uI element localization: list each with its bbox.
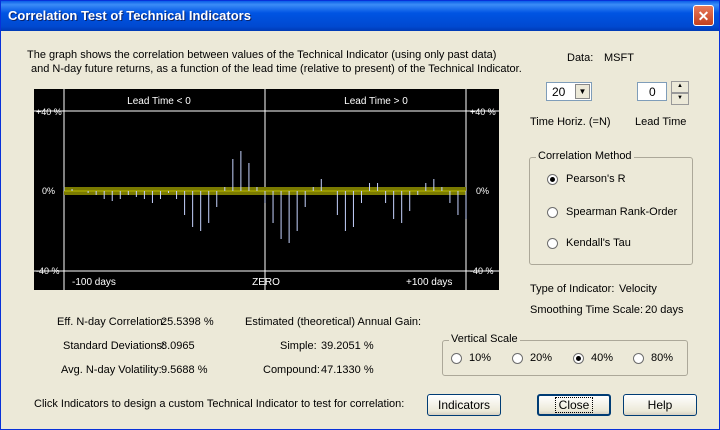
correlation-chart: Lead Time < 0 Lead Time > 0 +40 % 0% -40… xyxy=(34,89,499,290)
vertical-scale-title: Vertical Scale xyxy=(449,333,520,345)
smoothing-value: 20 days xyxy=(645,304,684,316)
dialog-window: Correlation Test of Technical Indicators… xyxy=(0,0,720,430)
std-value: 8.0965 xyxy=(161,340,195,352)
help-button[interactable]: Help xyxy=(623,394,697,416)
vol-label: Avg. N-day Volatility: xyxy=(61,364,162,376)
x-axis-left-label: -100 days xyxy=(72,277,116,288)
x-axis-zero-label: ZERO xyxy=(252,277,280,288)
simple-label: Simple: xyxy=(280,340,317,352)
close-button-label: Close xyxy=(554,397,594,413)
time-horiz-label: Time Horiz. (=N) xyxy=(530,116,611,128)
close-button[interactable]: Close xyxy=(537,394,611,416)
gain-label: Estimated (theoretical) Annual Gain: xyxy=(245,316,422,328)
lead-time-input[interactable]: 0 xyxy=(637,82,667,101)
lead-time-value: 0 xyxy=(649,85,656,99)
y-axis-mid-right: 0% xyxy=(476,186,489,196)
radio-pearson[interactable] xyxy=(547,174,558,185)
std-label: Standard Deviations: xyxy=(63,340,166,352)
scale-40-label[interactable]: 40% xyxy=(591,352,613,364)
vertical-scale-group: Vertical Scale 10% 20% 40% 80% xyxy=(442,333,688,376)
corr-value: 25.5398 % xyxy=(161,316,214,328)
y-axis-top-left: +40 % xyxy=(36,107,62,117)
description-text: The graph shows the correlation between … xyxy=(27,48,522,76)
lead-time-spinner[interactable]: ▲ ▼ xyxy=(671,81,689,105)
y-axis-bottom-right: -40 % xyxy=(470,266,494,276)
x-axis-right-label: +100 days xyxy=(406,277,452,288)
indicator-type-label: Type of Indicator: xyxy=(530,283,615,295)
y-axis-top-right: +40 % xyxy=(470,107,496,117)
radio-scale-40[interactable] xyxy=(573,353,584,364)
scale-80-label[interactable]: 80% xyxy=(651,352,673,364)
vol-value: 9.5688 % xyxy=(161,364,208,376)
indicator-type-value: Velocity xyxy=(619,283,657,295)
scale-20-label[interactable]: 20% xyxy=(530,352,552,364)
indicators-button[interactable]: Indicators xyxy=(427,394,501,416)
correlation-method-group: Correlation Method Pearson's R Spearman … xyxy=(529,150,693,265)
compound-label: Compound: xyxy=(263,364,320,376)
close-window-icon[interactable]: ✕ xyxy=(693,5,714,26)
time-horiz-dropdown[interactable]: 20 ▼ xyxy=(546,82,592,101)
y-axis-mid-left: 0% xyxy=(42,186,55,196)
option-pearson-label[interactable]: Pearson's R xyxy=(566,173,626,185)
description-line-2: and N-day future returns, as a function … xyxy=(31,63,522,75)
radio-scale-20[interactable] xyxy=(512,353,523,364)
option-spearman-label[interactable]: Spearman Rank-Order xyxy=(566,206,677,218)
chevron-down-icon[interactable]: ▼ xyxy=(575,84,590,99)
description-line-1: The graph shows the correlation between … xyxy=(27,49,497,61)
footer-hint: Click Indicators to design a custom Tech… xyxy=(34,398,405,410)
simple-value: 39.2051 % xyxy=(321,340,374,352)
lead-time-label: Lead Time xyxy=(635,116,687,128)
correlation-method-title: Correlation Method xyxy=(536,150,634,162)
window-title: Correlation Test of Technical Indicators xyxy=(8,8,251,23)
radio-scale-10[interactable] xyxy=(451,353,462,364)
lead-positive-label: Lead Time > 0 xyxy=(344,96,408,107)
compound-value: 47.1330 % xyxy=(321,364,374,376)
chart-svg: Lead Time < 0 Lead Time > 0 +40 % 0% -40… xyxy=(34,89,499,290)
smoothing-label: Smoothing Time Scale: xyxy=(530,304,644,316)
title-bar[interactable]: Correlation Test of Technical Indicators… xyxy=(1,1,719,31)
option-kendall-label[interactable]: Kendall's Tau xyxy=(566,237,631,249)
radio-spearman[interactable] xyxy=(547,207,558,218)
time-horiz-value: 20 xyxy=(552,85,566,99)
scale-10-label[interactable]: 10% xyxy=(469,352,491,364)
data-value: MSFT xyxy=(604,52,634,64)
y-axis-bottom-left: -40 % xyxy=(36,266,60,276)
lead-negative-label: Lead Time < 0 xyxy=(127,96,191,107)
corr-label: Eff. N-day Correlation: xyxy=(57,316,166,328)
data-label: Data: xyxy=(567,52,594,64)
radio-kendall[interactable] xyxy=(547,238,558,249)
radio-scale-80[interactable] xyxy=(633,353,644,364)
spin-up-icon[interactable]: ▲ xyxy=(671,81,689,93)
spin-down-icon[interactable]: ▼ xyxy=(671,93,689,105)
